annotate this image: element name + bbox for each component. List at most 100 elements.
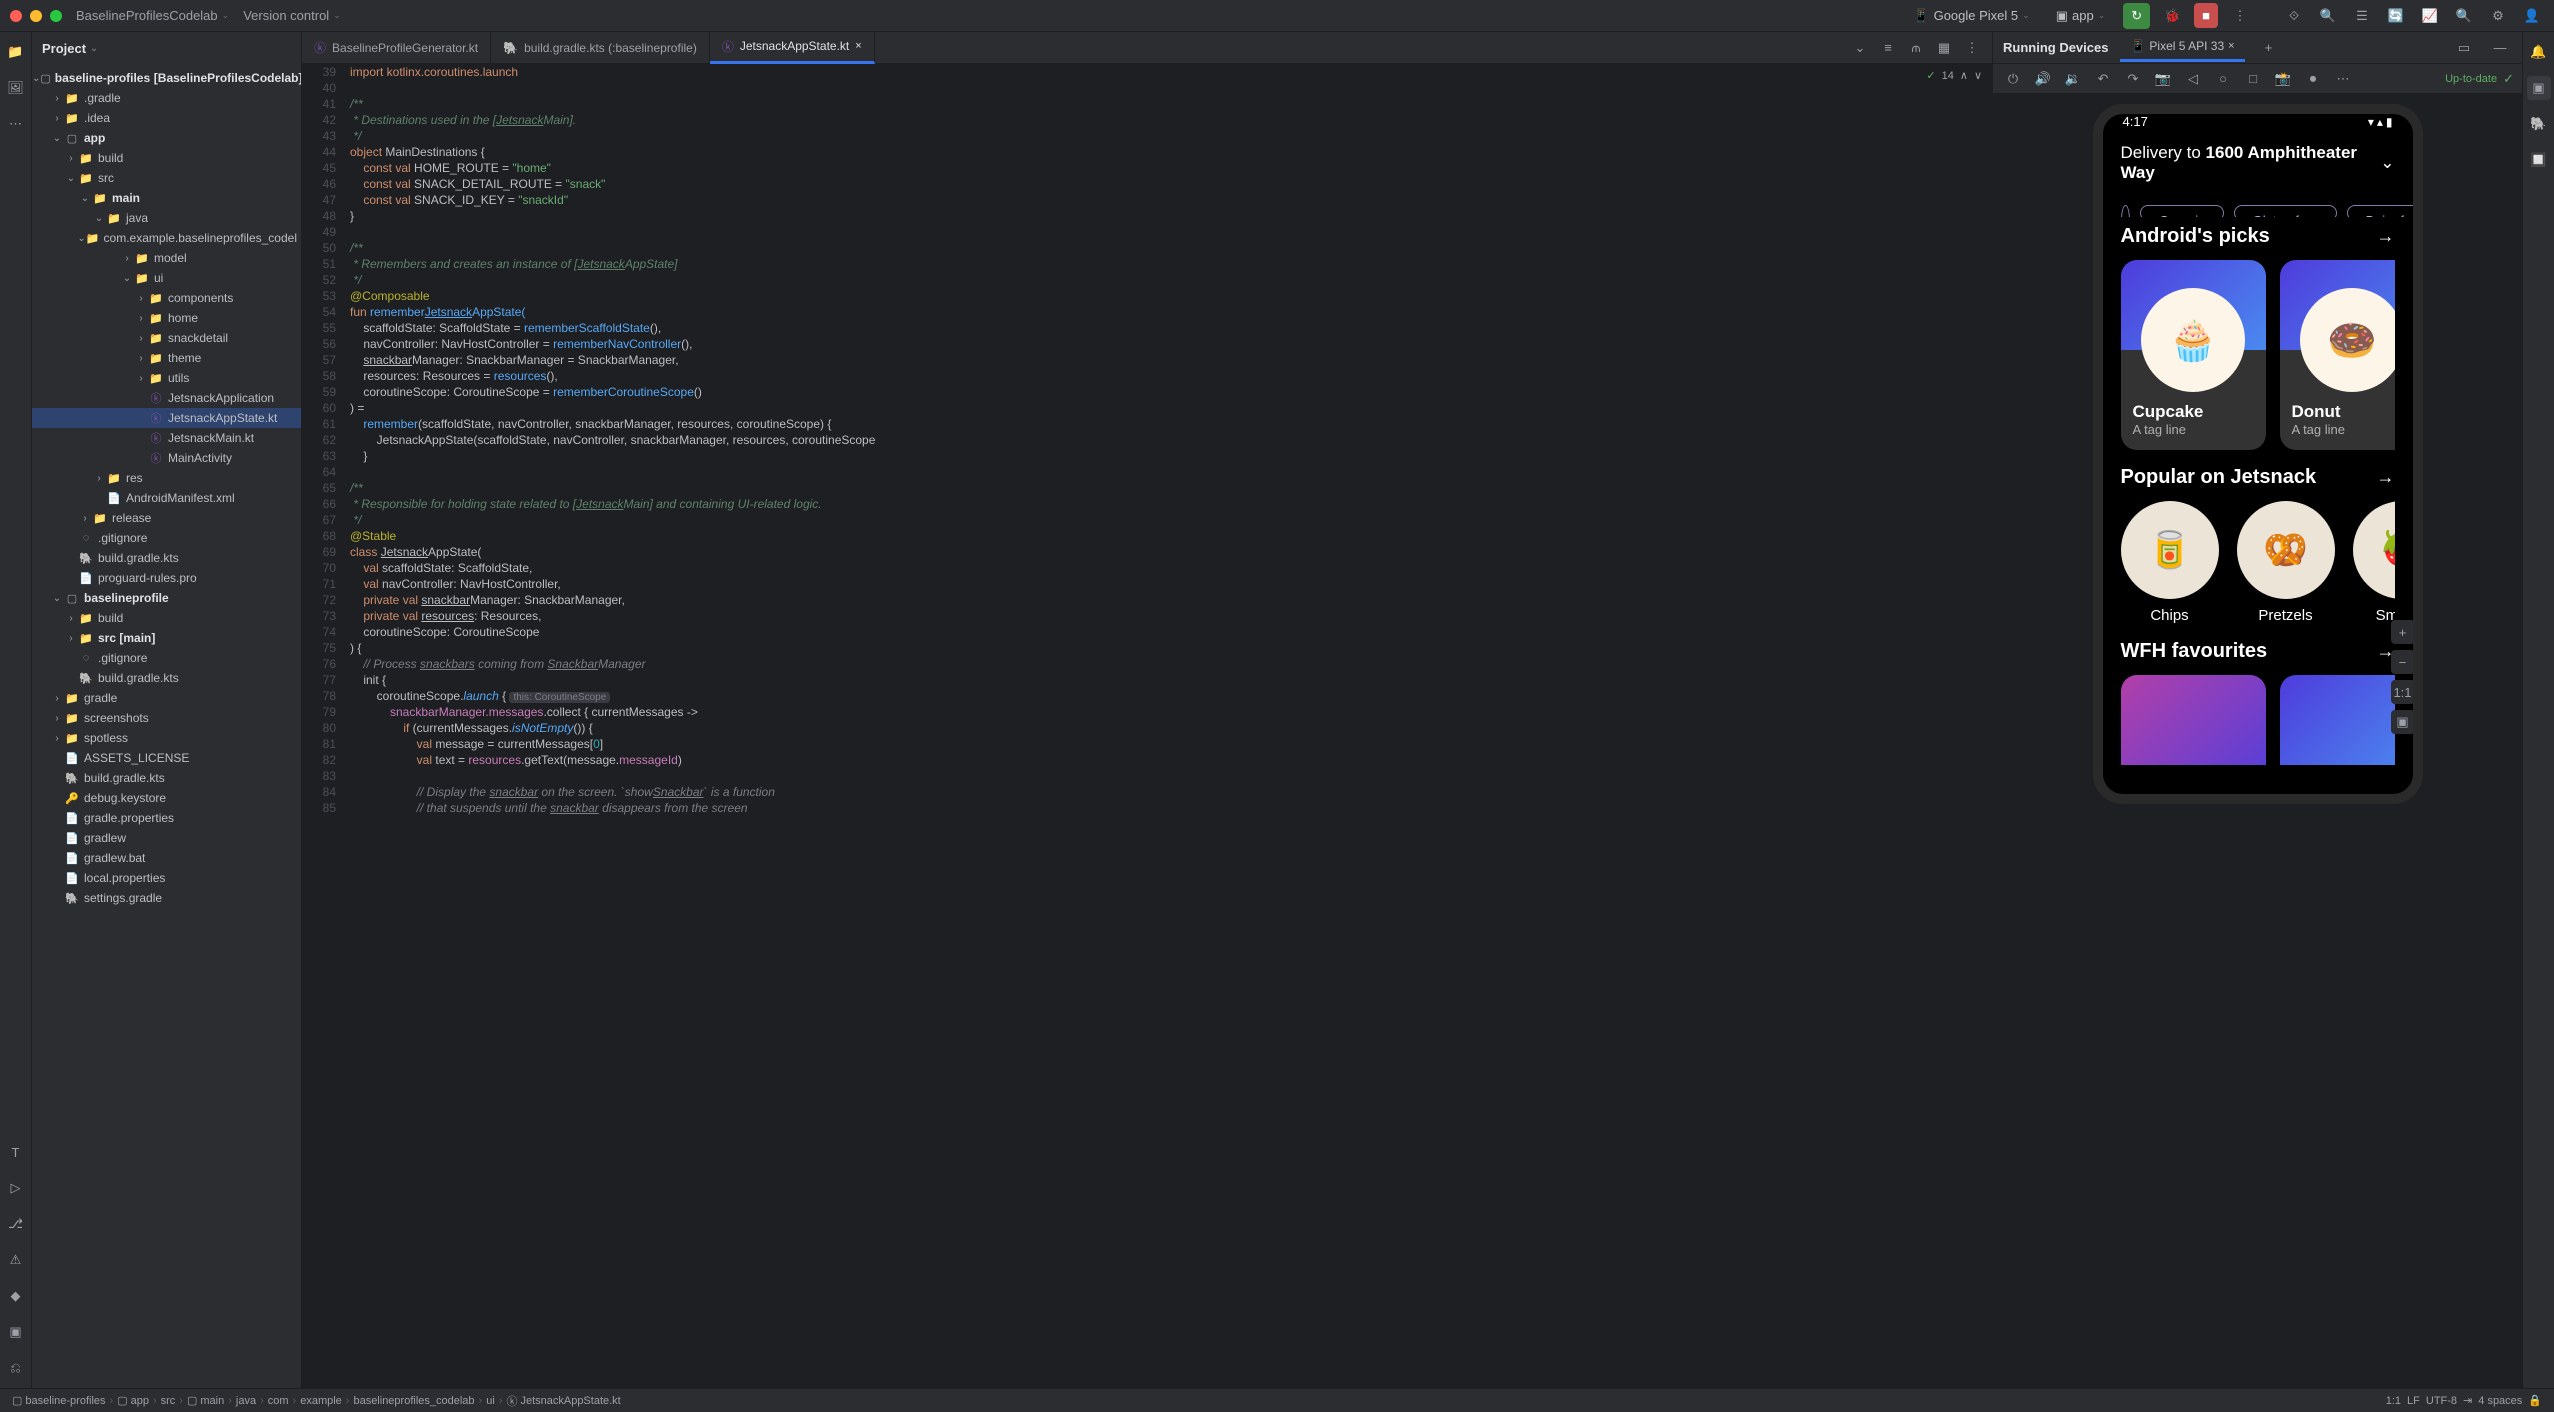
- snack-card-donut[interactable]: 🍩 Donut A tag line: [2280, 260, 2395, 450]
- tree-settingsgradle[interactable]: 🐘settings.gradle: [32, 888, 301, 908]
- editor-tab-2[interactable]: 🐘build.gradle.kts (:baselineprofile): [491, 32, 710, 64]
- code-lines[interactable]: import kotlinx.coroutines.launch /** * D…: [346, 64, 1992, 1388]
- view-mode-2-icon[interactable]: ⫙: [1904, 36, 1928, 60]
- tree-screenshots[interactable]: ›📁screenshots: [32, 708, 301, 728]
- overview-icon[interactable]: □: [2241, 67, 2265, 91]
- tree-localprops[interactable]: 📄local.properties: [32, 868, 301, 888]
- tree-app[interactable]: ⌄▢app: [32, 128, 301, 148]
- snack-card-wfh2[interactable]: [2280, 675, 2395, 804]
- tree-ui[interactable]: ⌄📁ui: [32, 268, 301, 288]
- rotate-left-icon[interactable]: ↶: [2091, 67, 2115, 91]
- tree-baselineprofile[interactable]: ⌄▢baselineprofile: [32, 588, 301, 608]
- popular-pretzels[interactable]: 🥨Pretzels: [2237, 501, 2335, 624]
- resource-manager-icon[interactable]: 🖼: [4, 76, 28, 100]
- tree-build[interactable]: ›📁build: [32, 148, 301, 168]
- filter-dairy[interactable]: Dairy-free: [2347, 205, 2413, 217]
- popular-smoothie[interactable]: 🍓Smooth: [2353, 501, 2395, 624]
- tree-res[interactable]: ›📁res: [32, 468, 301, 488]
- device-tab[interactable]: 📱 Pixel 5 API 33 ×: [2120, 33, 2244, 62]
- tree-bp-src[interactable]: ›📁src [main]: [32, 628, 301, 648]
- zoom-out-icon[interactable]: −: [2391, 650, 2415, 674]
- phone-screen[interactable]: 4:17 ▾▴▮ Delivery to 1600 Amphitheater W…: [2093, 104, 2423, 804]
- git-tool-icon[interactable]: ⎇: [4, 1212, 28, 1236]
- settings-icon[interactable]: ⚙: [2486, 4, 2510, 28]
- tree-components[interactable]: ›📁components: [32, 288, 301, 308]
- tree-idea[interactable]: ›📁.idea: [32, 108, 301, 128]
- tree-model[interactable]: ›📁model: [32, 248, 301, 268]
- zoom-in-icon[interactable]: +: [2391, 620, 2415, 644]
- record-icon[interactable]: ⏺: [2301, 67, 2325, 91]
- tree-proguard[interactable]: 📄proguard-rules.pro: [32, 568, 301, 588]
- filter-organic[interactable]: Organic: [2140, 205, 2224, 217]
- tree-theme[interactable]: ›📁theme: [32, 348, 301, 368]
- tree-jsmain[interactable]: ⓚJetsnackMain.kt: [32, 428, 301, 448]
- filter-icon[interactable]: ≡: [2121, 205, 2131, 217]
- tree-root[interactable]: ⌄▢baseline-profiles [BaselineProfilesCod…: [32, 68, 301, 88]
- vcs-tool-icon[interactable]: ⎌: [4, 1356, 28, 1380]
- editor-tab-3[interactable]: ⓚJetsnackAppState.kt×: [710, 32, 875, 64]
- snack-card-cupcake[interactable]: 🧁 Cupcake A tag line: [2121, 260, 2266, 450]
- inspect-icon[interactable]: 🔍: [2316, 4, 2340, 28]
- structure-icon[interactable]: ☰: [2350, 4, 2374, 28]
- text-tool-icon[interactable]: T: [4, 1140, 28, 1164]
- code-with-me-icon[interactable]: ⟐: [2282, 4, 2306, 28]
- address-selector[interactable]: Delivery to 1600 Amphitheater Way ⌄: [2121, 143, 2395, 183]
- tree-gitignore-app[interactable]: ◌.gitignore: [32, 528, 301, 548]
- code-editor[interactable]: ✓14∧∨ 3940414243444546474849505152535455…: [302, 64, 1992, 1388]
- terminal-tool-icon[interactable]: ▣: [4, 1320, 28, 1344]
- snack-card-wfh1[interactable]: [2121, 675, 2266, 804]
- indent-icon[interactable]: ⇥: [2463, 1394, 2472, 1407]
- tree-gradlew[interactable]: 📄gradlew: [32, 828, 301, 848]
- profiler-icon[interactable]: 📈: [2418, 4, 2442, 28]
- tree-utils[interactable]: ›📁utils: [32, 368, 301, 388]
- close-icon[interactable]: ×: [855, 40, 861, 52]
- vcs-selector[interactable]: Version control ⌄: [243, 8, 341, 23]
- line-ending[interactable]: LF: [2407, 1395, 2420, 1407]
- camera-icon[interactable]: 📸: [2271, 67, 2295, 91]
- layout-inspector-icon[interactable]: 🔲: [2527, 148, 2551, 172]
- add-device-icon[interactable]: +: [2257, 36, 2281, 60]
- more-tools-icon[interactable]: ⋯: [4, 112, 28, 136]
- gradle-icon[interactable]: 🐘: [2527, 112, 2551, 136]
- run-config-selector[interactable]: ▣ app ⌄: [2048, 5, 2114, 27]
- problems-tool-icon[interactable]: ⚠: [4, 1248, 28, 1272]
- gradle-sync-icon[interactable]: 🔄: [2384, 4, 2408, 28]
- tree-java[interactable]: ⌄📁java: [32, 208, 301, 228]
- tab-dropdown-icon[interactable]: ⌄: [1848, 36, 1872, 60]
- arrow-right-icon[interactable]: →: [2377, 226, 2395, 247]
- back-icon[interactable]: ◁: [2181, 67, 2205, 91]
- profiler-tool-icon[interactable]: ◆: [4, 1284, 28, 1308]
- zoom-fit-icon[interactable]: 1:1: [2391, 680, 2415, 704]
- run-tool-icon[interactable]: ▷: [4, 1176, 28, 1200]
- project-tool-icon[interactable]: 📁: [4, 40, 28, 64]
- tree-gradlewbat[interactable]: 📄gradlew.bat: [32, 848, 301, 868]
- tree-root-buildgradle[interactable]: 🐘build.gradle.kts: [32, 768, 301, 788]
- device-mirror-icon[interactable]: ▣: [2527, 76, 2551, 100]
- more-actions[interactable]: ⋮: [2228, 4, 2252, 28]
- tree-mainactivity[interactable]: ⓚMainActivity: [32, 448, 301, 468]
- inspection-badge[interactable]: ✓14∧∨: [1926, 68, 1982, 84]
- volume-down-icon[interactable]: 🔉: [2061, 67, 2085, 91]
- tree-assets-license[interactable]: 📄ASSETS_LICENSE: [32, 748, 301, 768]
- minimize-window[interactable]: [30, 10, 42, 22]
- view-mode-3-icon[interactable]: ▦: [1932, 36, 1956, 60]
- tab-more-icon[interactable]: ⋮: [1960, 36, 1984, 60]
- tree-bp-gitignore[interactable]: ◌.gitignore: [32, 648, 301, 668]
- view-mode-1-icon[interactable]: ≡: [1876, 36, 1900, 60]
- project-panel-header[interactable]: Project ⌄: [32, 32, 301, 64]
- device-selector[interactable]: 📱 Google Pixel 5 ⌄: [1905, 5, 2037, 27]
- tree-gradleprops[interactable]: 📄gradle.properties: [32, 808, 301, 828]
- encoding[interactable]: UTF-8: [2426, 1395, 2457, 1407]
- tree-snackdetail[interactable]: ›📁snackdetail: [32, 328, 301, 348]
- tree-main[interactable]: ⌄📁main: [32, 188, 301, 208]
- close-icon[interactable]: ×: [2228, 40, 2234, 52]
- tree-buildgradle-app[interactable]: 🐘build.gradle.kts: [32, 548, 301, 568]
- tree-spotless[interactable]: ›📁spotless: [32, 728, 301, 748]
- tree-debugks[interactable]: 🔑debug.keystore: [32, 788, 301, 808]
- account-icon[interactable]: 👤: [2520, 4, 2544, 28]
- tree-home[interactable]: ›📁home: [32, 308, 301, 328]
- volume-up-icon[interactable]: 🔊: [2031, 67, 2055, 91]
- zoom-reset-icon[interactable]: ▣: [2391, 710, 2415, 734]
- home-icon[interactable]: ○: [2211, 67, 2235, 91]
- tree-jsappstate[interactable]: ⓚJetsnackAppState.kt: [32, 408, 301, 428]
